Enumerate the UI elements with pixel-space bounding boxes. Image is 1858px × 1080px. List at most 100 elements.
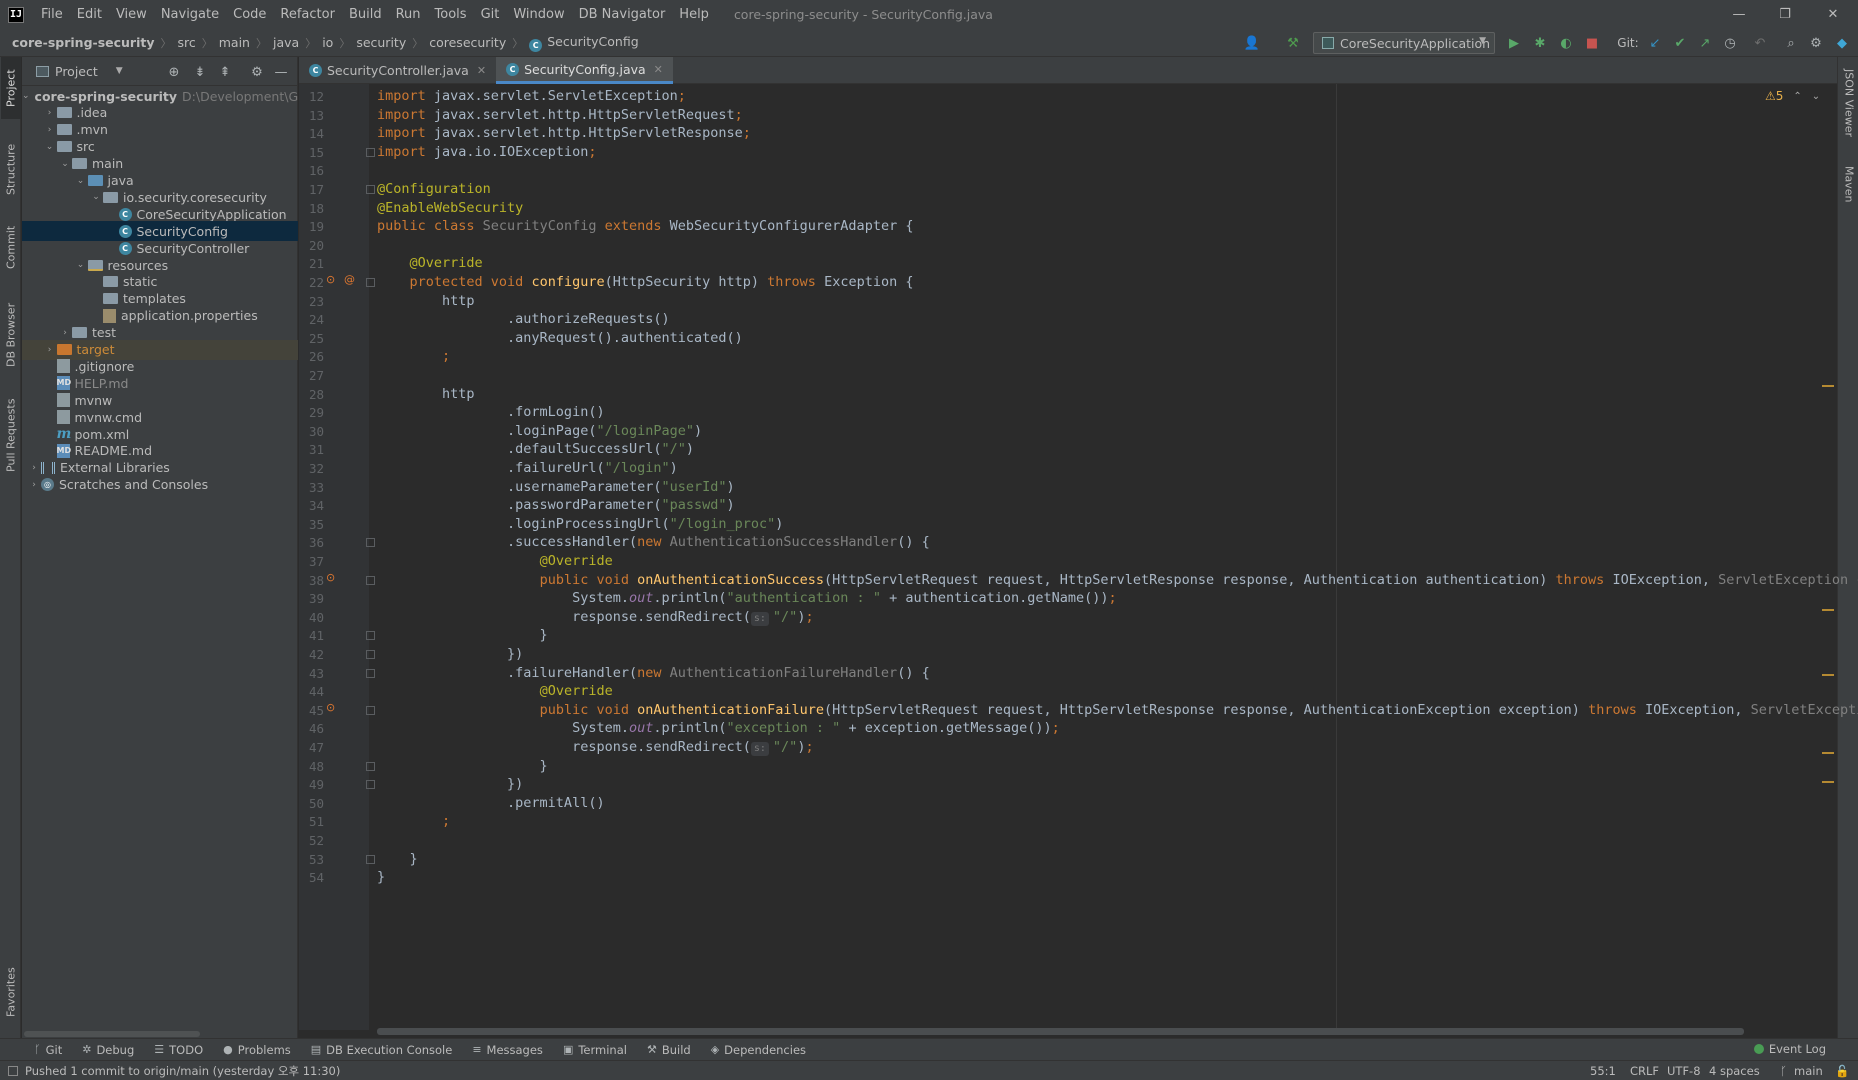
close-window-button[interactable]: ✕ [1810,0,1856,29]
locate-file-icon[interactable]: ⊕ [165,63,183,81]
breadcrumb-item[interactable]: src [174,35,200,50]
error-stripe-marker[interactable] [1822,781,1834,783]
chevron-right-icon[interactable]: › [43,125,57,135]
breadcrumb-item[interactable]: core-spring-security [8,35,159,50]
breadcrumb-item[interactable]: security [352,35,410,50]
menu-navigate[interactable]: Navigate [154,7,226,22]
chevron-down-icon[interactable]: ⌄ [74,176,88,186]
settings-gear-icon[interactable]: ⚙ [1806,33,1826,53]
error-stripe-marker[interactable] [1822,385,1834,387]
tool-tab-structure[interactable]: Structure [1,133,21,205]
error-stripe-marker[interactable] [1822,752,1834,754]
git-update-icon[interactable]: ↙ [1645,33,1665,53]
menu-help[interactable]: Help [672,7,716,22]
tool-button-messages[interactable]: ≡ Messages [468,1043,547,1057]
build-hammer-icon[interactable]: ⚒ [1283,33,1303,53]
tool-button-todo[interactable]: ☰ TODO [150,1043,207,1057]
code-editor[interactable] [369,84,1837,1030]
error-stripe-marker[interactable] [1822,674,1834,676]
project-horizontal-scrollbar[interactable] [22,1030,298,1038]
line-separator[interactable]: CRLF [1630,1064,1659,1078]
menu-edit[interactable]: Edit [70,7,109,22]
tool-tab-db-browser[interactable]: DB Browser [1,293,21,377]
tool-tab-commit[interactable]: Commit [1,217,21,277]
chevron-down-icon[interactable]: ⌄ [1812,91,1820,102]
menu-tools[interactable]: Tools [428,7,474,22]
tool-button-problems[interactable]: ● Problems [219,1043,295,1057]
git-history-icon[interactable]: ◷ [1720,33,1740,53]
inspection-widget[interactable]: ⚠5 ⌃ ⌄ [1765,89,1820,103]
editor-tab[interactable]: C SecurityController.java ✕ [299,57,496,84]
status-toggle-icon[interactable] [8,1065,18,1076]
chevron-down-icon[interactable]: ⌄ [22,91,30,101]
maximize-button[interactable]: ❐ [1762,0,1808,29]
markdown-file-icon: MD [56,443,71,458]
chevron-down-icon[interactable]: ⌄ [74,260,88,270]
menu-build[interactable]: Build [342,7,389,22]
breadcrumb-item[interactable]: main [215,35,254,50]
chevron-up-icon[interactable]: ⌃ [1793,91,1801,102]
coverage-icon[interactable]: ◐ [1556,33,1576,53]
run-configuration-select[interactable]: CoreSecurityApplication ▼ [1313,32,1495,54]
menu-db-navigator[interactable]: DB Navigator [572,7,673,22]
event-log-button[interactable]: Event Log [1753,1042,1826,1056]
tool-button-build[interactable]: ⚒ Build [643,1043,695,1057]
editor-tab[interactable]: C SecurityConfig.java ✕ [496,57,673,84]
tool-tab-json-viewer[interactable]: JSON Viewer [1839,63,1858,143]
tool-button-debug[interactable]: ✲ Debug [78,1043,138,1057]
git-commit-icon[interactable]: ✔ [1670,33,1690,53]
breadcrumb-item[interactable]: java [269,35,303,50]
tool-tab-favorites[interactable]: Favorites [1,957,21,1027]
tool-tab-pull-requests[interactable]: Pull Requests [1,387,21,483]
tool-tab-project[interactable]: Project [1,57,21,119]
chevron-right-icon[interactable]: › [43,108,57,118]
caret-position[interactable]: 55:1 [1590,1064,1616,1078]
error-stripe-marker[interactable] [1822,609,1834,611]
chevron-down-icon[interactable]: ⌄ [89,192,103,202]
plugin-icon[interactable]: ◆ [1832,33,1852,53]
git-rollback-icon[interactable]: ↶ [1750,33,1770,53]
menu-git[interactable]: Git [474,7,507,22]
chevron-right-icon[interactable]: › [58,328,72,338]
hide-panel-icon[interactable]: — [272,63,290,81]
options-gear-icon[interactable]: ⚙ [248,63,266,81]
menu-run[interactable]: Run [389,7,428,22]
close-tab-icon[interactable]: ✕ [654,63,663,76]
chevron-right-icon[interactable]: › [43,345,57,355]
git-push-icon[interactable]: ↗ [1695,33,1715,53]
minimize-button[interactable]: — [1716,0,1762,29]
breadcrumb-item[interactable]: io [318,35,337,50]
close-tab-icon[interactable]: ✕ [477,64,486,77]
search-icon[interactable]: ⌕ [1781,33,1801,53]
menu-window[interactable]: Window [506,7,571,22]
status-message[interactable]: Pushed 1 commit to origin/main (yesterda… [8,1063,340,1079]
chevron-down-icon[interactable]: ⌄ [43,142,57,152]
stop-icon[interactable]: ■ [1582,33,1602,53]
tree-item[interactable]: › ◎ Scratches and Consoles [22,475,298,495]
menu-file[interactable]: File [34,7,70,22]
file-encoding[interactable]: UTF-8 [1667,1064,1701,1078]
tool-button-git[interactable]: ᚴ Git [30,1043,66,1057]
debug-icon[interactable]: ✱ [1530,33,1550,53]
indent-setting[interactable]: 4 spaces [1709,1064,1760,1078]
user-icon[interactable]: 👤 [1242,33,1262,53]
breadcrumb-item[interactable]: coresecurity [425,35,510,50]
tool-button-terminal[interactable]: ▣ Terminal [559,1043,631,1057]
editor-horizontal-scrollbar[interactable] [377,1028,1744,1035]
menu-view[interactable]: View [109,7,154,22]
tool-tab-maven[interactable]: Maven [1839,153,1858,215]
chevron-right-icon[interactable]: › [27,480,41,490]
expand-all-icon[interactable]: ⇟ [191,63,209,81]
run-icon[interactable]: ▶ [1504,33,1524,53]
menu-refactor[interactable]: Refactor [273,7,342,22]
breadcrumb-item[interactable]: C SecurityConfig [525,34,642,52]
tool-button-dependencies[interactable]: ◈ Dependencies [707,1043,810,1057]
menu-code[interactable]: Code [226,7,273,22]
collapse-all-icon[interactable]: ⇞ [216,63,234,81]
chevron-down-icon[interactable]: ⌄ [58,159,72,169]
chevron-right-icon[interactable]: › [27,463,41,473]
git-branch[interactable]: main [1794,1064,1823,1078]
tree-item-label: static [123,274,158,290]
project-view-select[interactable]: Project ▼ [36,64,123,79]
tool-button-db-execution-console[interactable]: ▤ DB Execution Console [307,1043,457,1057]
